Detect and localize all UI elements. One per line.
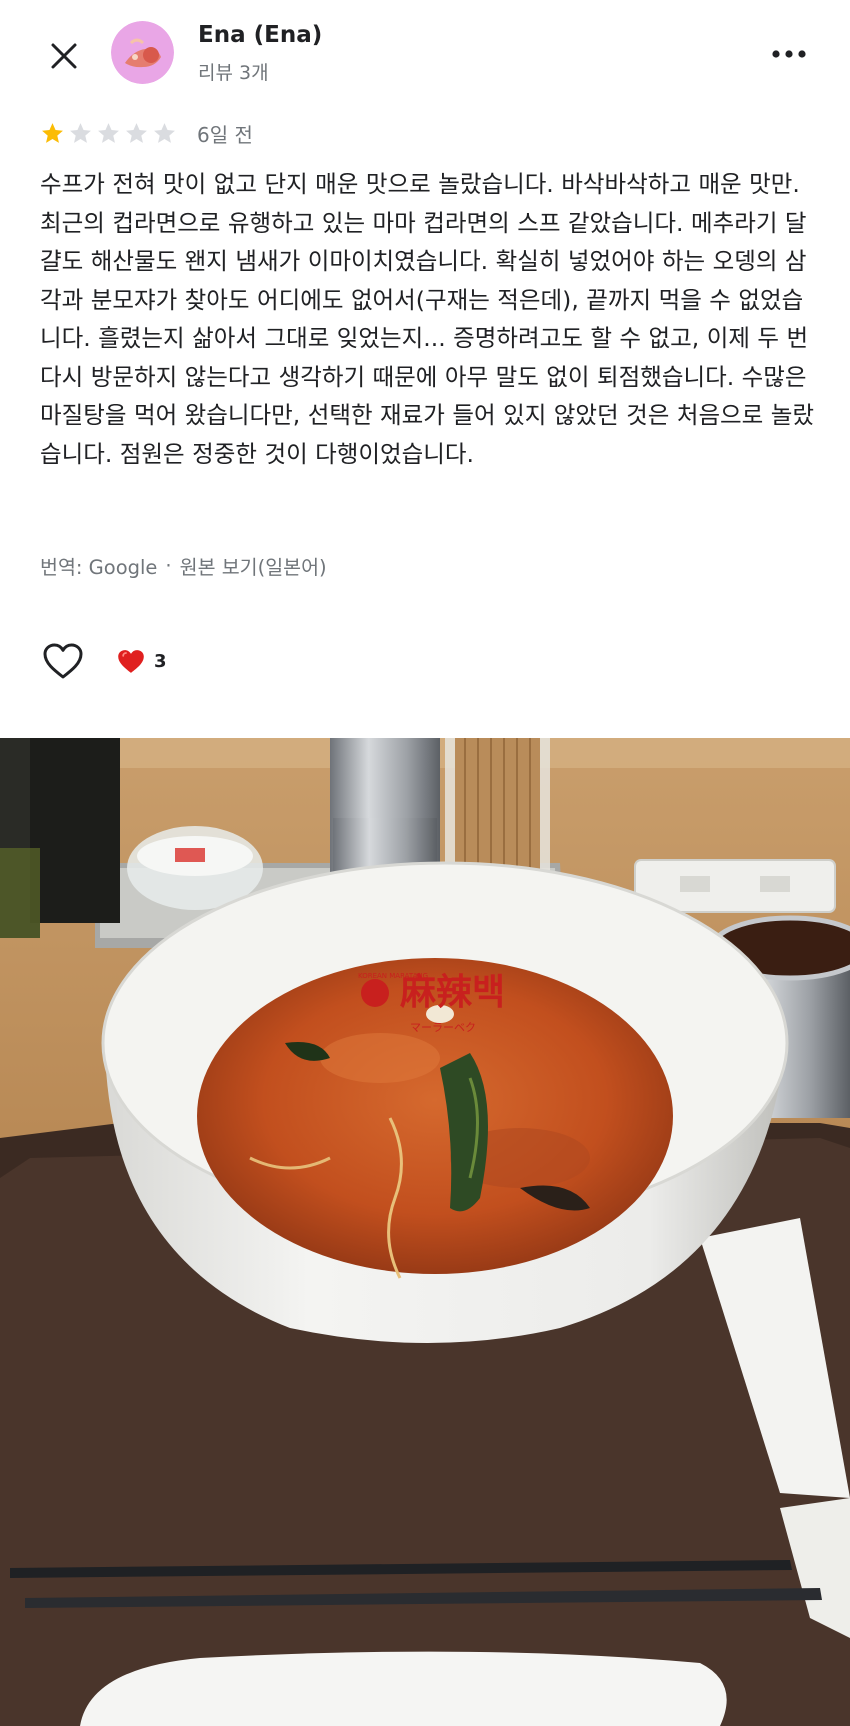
close-icon <box>51 43 77 69</box>
translation-info: 번역: Google · 원본 보기(일본어) <box>40 551 327 580</box>
reaction-count: 3 <box>154 650 167 672</box>
review-count: 리뷰 3개 <box>198 62 269 84</box>
red-heart-icon <box>118 649 144 673</box>
star-empty-icon <box>126 122 147 143</box>
more-horizontal-icon <box>772 50 806 58</box>
star-filled-icon <box>42 122 63 143</box>
review-date: 6일 전 <box>197 122 253 147</box>
reaction-summary[interactable]: 3 <box>116 648 167 675</box>
star-rating <box>40 121 177 146</box>
review-text: 수프가 전혀 맛이 없고 단지 매운 맛으로 놀랐습니다. 바삭바삭하고 매운 … <box>40 170 815 468</box>
review-actions: 3 <box>40 636 167 686</box>
like-button[interactable] <box>40 638 86 684</box>
star-empty-icon <box>154 122 175 143</box>
bowl-sub-text: マーラーベク <box>410 1021 476 1034</box>
view-original-link[interactable]: 원본 보기(일본어) <box>180 551 327 580</box>
review-header: Ena (Ena) 리뷰 3개 <box>0 0 850 110</box>
close-button[interactable] <box>40 32 88 80</box>
separator-dot: · <box>165 554 172 577</box>
star-empty-icon <box>98 122 119 143</box>
user-name[interactable]: Ena (Ena) <box>198 22 322 48</box>
bowl-small-text: KOREAN MARATANG <box>358 972 428 980</box>
star-empty-icon <box>70 122 91 143</box>
more-options-button[interactable] <box>764 36 814 72</box>
heart-outline-icon <box>43 643 83 679</box>
review-photo[interactable]: 麻辣백 マーラーベク KOREAN MARATANG <box>0 738 850 1726</box>
rating-row: 6일 전 <box>40 118 253 148</box>
avatar[interactable] <box>111 21 174 84</box>
translation-label: 번역: Google <box>40 556 158 579</box>
